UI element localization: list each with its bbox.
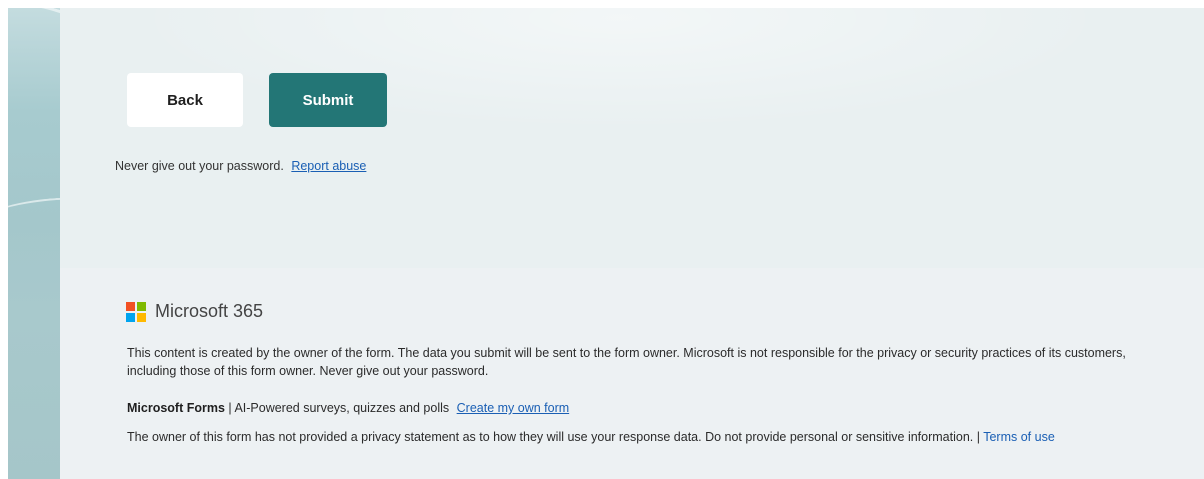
password-warning: Never give out your password. Report abu… xyxy=(115,159,366,173)
decorative-swoosh xyxy=(8,8,60,104)
brand: Microsoft 365 xyxy=(126,301,263,322)
microsoft-logo-icon xyxy=(126,301,146,322)
disclaimer-text: This content is created by the owner of … xyxy=(127,346,1126,378)
privacy-notice: The owner of this form has not provided … xyxy=(127,428,1187,446)
brand-name: Microsoft 365 xyxy=(155,301,264,321)
password-warning-text: Never give out your password. xyxy=(115,159,284,173)
report-abuse-link[interactable]: Report abuse xyxy=(291,159,366,173)
back-button[interactable]: Back xyxy=(127,73,243,127)
form-page: Back Submit Never give out your password… xyxy=(0,0,1204,479)
decorative-swoosh xyxy=(8,192,60,246)
product-tagline: | AI-Powered surveys, quizzes and polls xyxy=(224,401,450,415)
privacy-text: The owner of this form has not provided … xyxy=(127,430,984,444)
background-glow xyxy=(60,8,1204,268)
create-form-link[interactable]: Create my own form xyxy=(457,401,570,415)
logo-square-blue xyxy=(126,312,135,322)
submit-button[interactable]: Submit xyxy=(269,73,387,127)
logo-square-yellow xyxy=(137,312,146,322)
logo-square-green xyxy=(137,301,146,311)
form-content-area: Back Submit Never give out your password… xyxy=(60,8,1204,479)
terms-of-use-link[interactable]: Terms of use xyxy=(983,430,1055,444)
decorative-side-panel xyxy=(8,8,60,479)
product-name: Microsoft Forms xyxy=(127,401,225,415)
forms-product-line: Microsoft Forms | AI-Powered surveys, qu… xyxy=(127,401,569,415)
logo-square-red xyxy=(126,301,135,311)
